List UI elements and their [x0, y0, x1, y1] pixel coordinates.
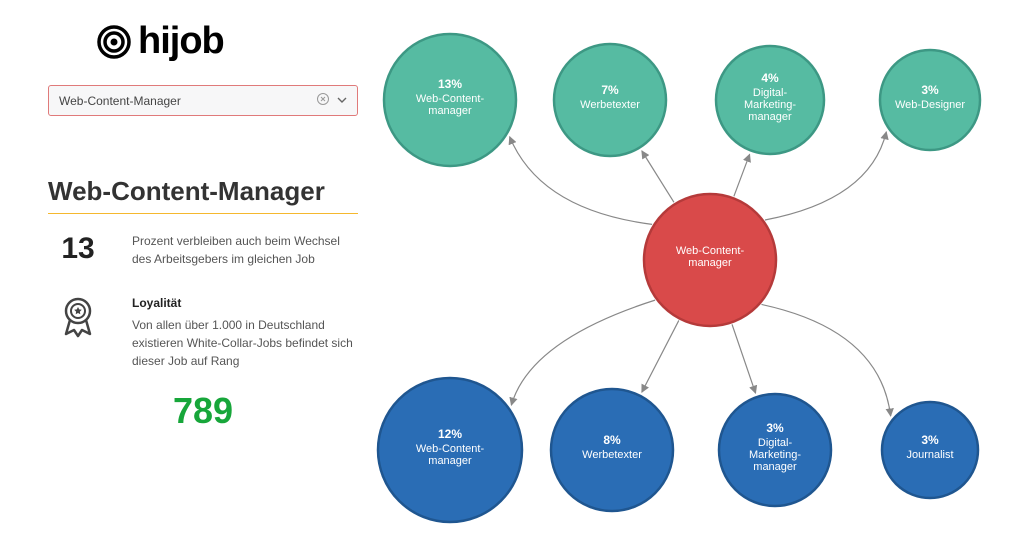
- bottom-node-3[interactable]: 3% Journalist: [882, 402, 978, 498]
- loyalty-heading: Loyalität: [132, 294, 358, 312]
- retention-value: 13: [48, 232, 108, 266]
- svg-text:Werbetexter: Werbetexter: [582, 449, 642, 461]
- svg-text:3%: 3%: [921, 83, 939, 97]
- svg-text:3%: 3%: [921, 433, 939, 447]
- svg-text:manager: manager: [748, 111, 792, 123]
- chevron-down-icon[interactable]: [337, 94, 347, 108]
- dropdown-value: Web-Content-Manager: [59, 94, 181, 108]
- svg-text:Web-Content-: Web-Content-: [416, 93, 485, 105]
- svg-text:3%: 3%: [766, 421, 784, 435]
- svg-text:Werbetexter: Werbetexter: [580, 99, 640, 111]
- svg-text:8%: 8%: [603, 433, 621, 447]
- relation-link: [732, 324, 756, 393]
- clear-icon[interactable]: [317, 93, 329, 108]
- svg-text:4%: 4%: [761, 71, 779, 85]
- relation-link: [642, 151, 674, 202]
- top-node-1[interactable]: 7% Werbetexter: [554, 44, 666, 156]
- center-node[interactable]: Web-Content-manager: [644, 194, 776, 326]
- svg-text:Web-Designer: Web-Designer: [895, 99, 965, 111]
- top-node-3[interactable]: 3% Web-Designer: [880, 50, 980, 150]
- badge-icon: [48, 294, 108, 343]
- logo: hijob: [96, 20, 358, 63]
- relation-link: [511, 300, 655, 405]
- svg-text:Digital-: Digital-: [758, 437, 793, 449]
- svg-text:12%: 12%: [438, 427, 462, 441]
- page-title: Web-Content-Manager: [48, 176, 358, 214]
- loyalty-desc: Von allen über 1.000 in Deutschland exis…: [132, 318, 353, 368]
- svg-text:7%: 7%: [601, 83, 619, 97]
- logo-text: hijob: [138, 20, 224, 63]
- svg-text:manager: manager: [688, 257, 732, 269]
- svg-text:Marketing-: Marketing-: [749, 449, 801, 461]
- relation-link: [642, 320, 679, 392]
- svg-text:manager: manager: [753, 461, 797, 473]
- logo-icon: [96, 24, 132, 60]
- svg-text:manager: manager: [428, 105, 472, 117]
- bottom-node-0[interactable]: 12% Web-Content-manager: [378, 378, 522, 522]
- svg-text:manager: manager: [428, 455, 472, 467]
- top-node-0[interactable]: 13% Web-Content-manager: [384, 34, 516, 166]
- svg-text:Journalist: Journalist: [906, 449, 953, 461]
- relation-link: [734, 154, 750, 196]
- svg-text:Digital-: Digital-: [753, 87, 788, 99]
- bottom-node-1[interactable]: 8% Werbetexter: [551, 389, 673, 511]
- job-dropdown[interactable]: Web-Content-Manager: [48, 85, 358, 116]
- top-node-2[interactable]: 4% Digital-Marketing-manager: [716, 46, 824, 154]
- loyalty-rank: 789: [48, 390, 358, 432]
- retention-desc: Prozent verbleiben auch beim Wechsel des…: [132, 232, 358, 268]
- svg-text:Marketing-: Marketing-: [744, 99, 796, 111]
- svg-text:13%: 13%: [438, 77, 462, 91]
- job-relationship-chart: Web-Content-manager 13% Web-Content-manage…: [370, 0, 1010, 554]
- bottom-node-2[interactable]: 3% Digital-Marketing-manager: [719, 394, 831, 506]
- svg-text:Web-Content-: Web-Content-: [416, 443, 485, 455]
- svg-text:Web-Content-: Web-Content-: [676, 245, 745, 257]
